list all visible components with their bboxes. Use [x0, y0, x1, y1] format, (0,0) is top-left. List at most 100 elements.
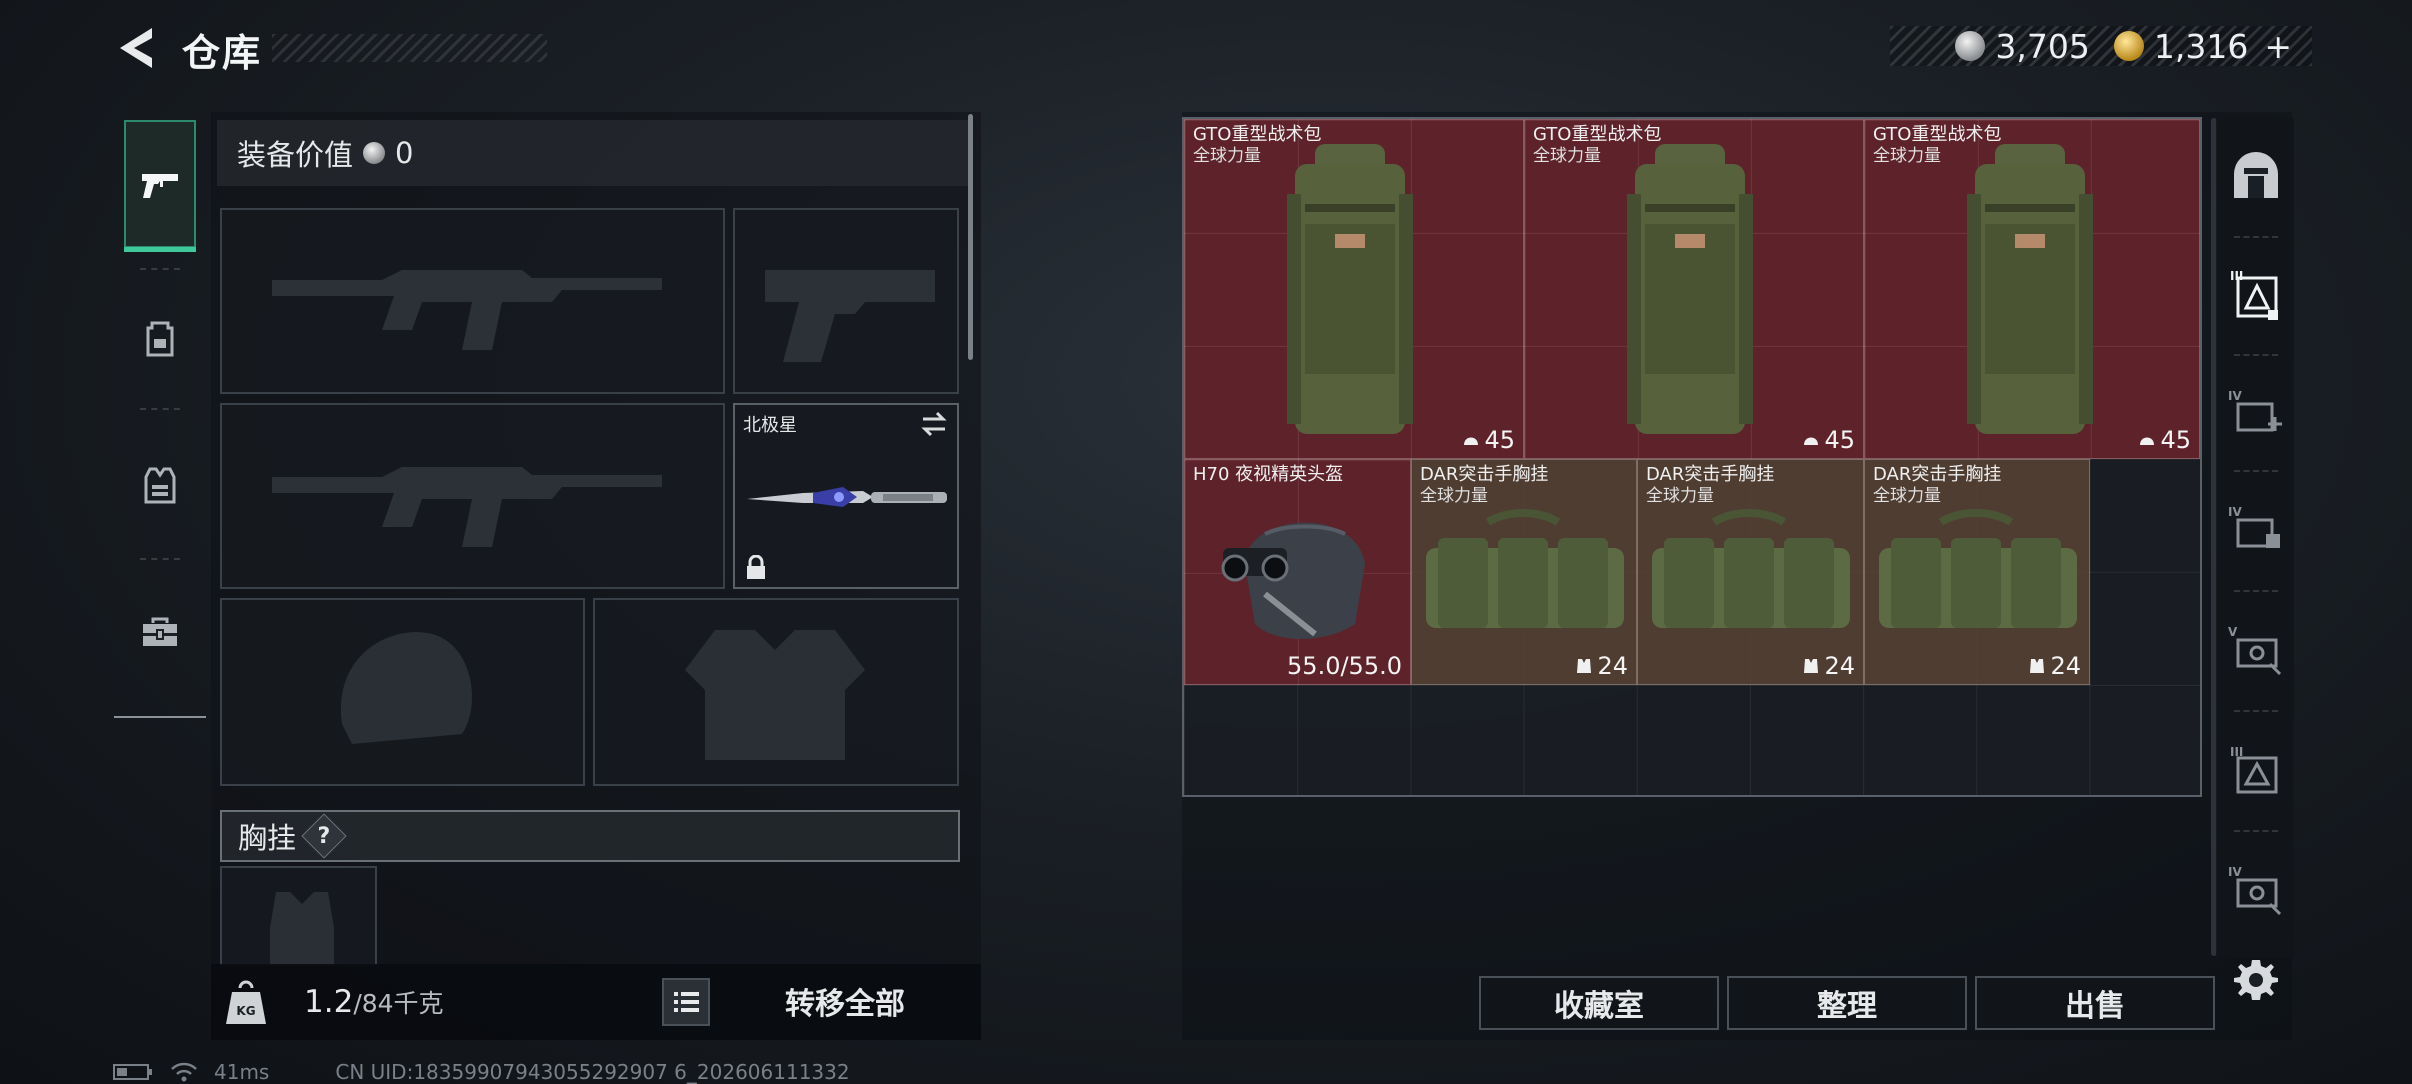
list-view-button[interactable]	[662, 978, 710, 1026]
item-stat-value: 45	[2160, 426, 2191, 454]
sell-button[interactable]: 出售	[1975, 976, 2215, 1030]
toolbox-icon	[143, 617, 177, 646]
armor-slot[interactable]	[593, 598, 959, 786]
silver-coin-icon	[1955, 31, 1986, 61]
primary-weapon-slot[interactable]	[220, 208, 725, 394]
page-title: 仓库	[182, 31, 263, 75]
filter-medical[interactable]: IV	[2224, 384, 2288, 448]
storage-item-chest-rig-1[interactable]: DAR突击手胸挂 全球力量 24	[1411, 459, 1637, 685]
filter-containers[interactable]: IV	[2224, 860, 2288, 924]
svg-text:III: III	[2230, 745, 2243, 759]
weight-current: 1.2	[304, 984, 354, 1020]
svg-text:V: V	[2228, 625, 2238, 639]
tier3-backpack-filter-icon: III	[2230, 269, 2278, 320]
equipment-value: 0	[395, 136, 414, 170]
tab-armor[interactable]	[124, 430, 196, 540]
item-brand: 全球力量	[1420, 486, 1488, 506]
swap-icon[interactable]	[919, 411, 949, 437]
backpack-icon	[146, 321, 174, 357]
item-brand: 全球力量	[1193, 146, 1261, 166]
settings-button[interactable]	[2232, 956, 2280, 1004]
sidearm-slot[interactable]	[733, 208, 959, 394]
chest-rig-image	[1426, 509, 1624, 628]
tier5-key-filter-icon: V	[2228, 625, 2282, 676]
battery-icon	[113, 1064, 152, 1080]
carry-weight: 1.2/84千克	[304, 984, 444, 1020]
help-icon[interactable]: ?	[301, 813, 347, 859]
item-capacity: 45	[2138, 426, 2191, 454]
storage-item-backpack-2[interactable]: GTO重型战术包 全球力量 45	[1524, 119, 1864, 459]
svg-text:IV: IV	[2228, 505, 2242, 519]
storage-item-helmet[interactable]: H70 夜视精英头盔 55.0/55.0	[1184, 459, 1411, 685]
vault-button[interactable]: 收藏室	[1479, 976, 1719, 1030]
weight-icon: KG	[226, 980, 266, 1024]
filter-backpacks[interactable]: III	[2224, 264, 2288, 328]
melee-name: 北极星	[743, 415, 797, 436]
vest-capacity-icon	[1577, 659, 1592, 673]
tab-backpack[interactable]	[124, 284, 196, 394]
silver-coin-icon	[363, 142, 386, 164]
item-stat-value: 24	[1597, 652, 1628, 680]
helmet-capacity-icon	[1464, 437, 1479, 445]
transfer-all-button[interactable]: 转移全部	[724, 970, 966, 1032]
svg-text:IV: IV	[2228, 389, 2242, 403]
melee-slot[interactable]: 北极星	[733, 403, 959, 589]
item-brand: 全球力量	[1873, 146, 1941, 166]
filter-keys[interactable]: V	[2224, 620, 2288, 684]
item-capacity: 24	[1802, 652, 1855, 680]
gear-icon	[2234, 960, 2278, 1000]
item-durability: 55.0/55.0	[1287, 652, 1402, 680]
ping-value: 41ms	[214, 1060, 270, 1084]
filter-ammo[interactable]: IV	[2224, 500, 2288, 564]
chest-rig-header: 胸挂 ?	[220, 810, 960, 862]
user-uid: CN UID:18359907943055292907 6_2026061113…	[335, 1060, 850, 1084]
knife-image	[747, 487, 947, 507]
tab-weapons[interactable]	[124, 120, 196, 252]
status-bar: 41ms CN UID:18359907943055292907 6_20260…	[112, 1060, 850, 1084]
item-stat-value: 24	[1824, 652, 1855, 680]
equipment-scrollbar[interactable]	[968, 114, 973, 360]
tab-tools[interactable]	[124, 578, 196, 688]
pistol-icon	[142, 174, 178, 198]
item-name: H70 夜视精英头盔	[1193, 464, 1344, 485]
item-brand: 全球力量	[1533, 146, 1601, 166]
vest-icon	[144, 467, 176, 504]
gold-coin-icon	[2113, 31, 2144, 61]
back-button[interactable]	[112, 22, 160, 74]
rifle-silhouette-icon	[272, 467, 662, 547]
item-brand: 全球力量	[1646, 486, 1714, 506]
backpack-image	[1967, 144, 2093, 434]
equipment-category-tabs	[114, 110, 206, 718]
storage-item-backpack-1[interactable]: GTO重型战术包 全球力量 45	[1184, 119, 1524, 459]
backpack-image	[1287, 144, 1413, 434]
vest-silhouette-icon	[685, 630, 865, 760]
tier4-medkit-filter-icon: IV	[2228, 389, 2282, 432]
item-capacity: 45	[1802, 426, 1855, 454]
item-stat-value: 55.0/55.0	[1287, 652, 1402, 680]
currency-bar: 3,705 1,316 +	[1890, 26, 2312, 66]
filter-equipment[interactable]: III	[2224, 740, 2288, 804]
item-capacity: 24	[2028, 652, 2081, 680]
silver-balance: 3,705	[1995, 26, 2090, 66]
back-arrow-icon	[120, 28, 152, 68]
filter-all[interactable]	[2224, 146, 2288, 210]
storage-item-chest-rig-2[interactable]: DAR突击手胸挂 全球力量 24	[1637, 459, 1864, 685]
helmet-slot[interactable]	[220, 598, 585, 786]
item-capacity: 45	[1462, 426, 1515, 454]
storage-item-backpack-3[interactable]: GTO重型战术包 全球力量 45	[1864, 119, 2200, 459]
add-currency-button[interactable]: +	[2264, 27, 2292, 66]
helmet-capacity-icon	[2140, 437, 2155, 445]
chest-rig-slot[interactable]	[220, 866, 377, 966]
gold-balance: 1,316	[2153, 26, 2249, 66]
sort-button[interactable]: 整理	[1727, 976, 1967, 1030]
secondary-weapon-slot[interactable]	[220, 403, 725, 589]
item-name: DAR突击手胸挂	[1646, 464, 1775, 485]
all-items-icon	[2234, 152, 2278, 198]
item-stat-value: 45	[1824, 426, 1855, 454]
chest-rig-label: 胸挂	[238, 821, 297, 855]
storage-item-chest-rig-3[interactable]: DAR突击手胸挂 全球力量 24	[1864, 459, 2090, 685]
chest-rig-image	[1879, 509, 2077, 628]
tier4-key-filter-icon: IV	[2228, 865, 2282, 916]
storage-grid: GTO重型战术包 全球力量 45 GTO重型战术包 全球力量 45 GTO重型战…	[1182, 117, 2202, 797]
chest-rig-image	[1652, 509, 1850, 628]
